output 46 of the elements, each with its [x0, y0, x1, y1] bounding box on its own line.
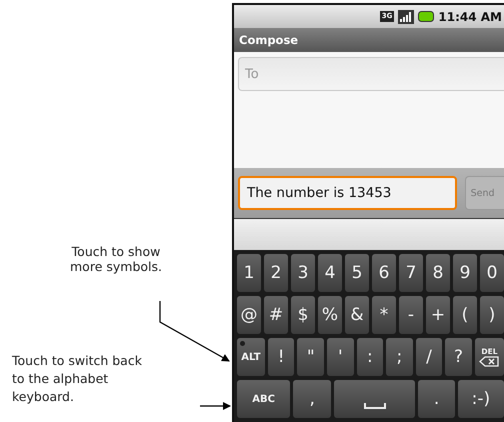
- keyboard-key[interactable]: ": [297, 338, 324, 376]
- keyboard-key[interactable]: !: [268, 338, 294, 376]
- alt-key[interactable]: ALT: [237, 338, 265, 376]
- keyboard-key[interactable]: 7: [399, 254, 423, 292]
- keyboard-key[interactable]: $: [291, 296, 315, 334]
- keyboard-key[interactable]: &: [345, 296, 369, 334]
- leader-arrow: [200, 402, 231, 410]
- battery-icon: [418, 11, 434, 22]
- keyboard-key[interactable]: 4: [318, 254, 342, 292]
- backspace-icon: [479, 356, 500, 366]
- keyboard-key[interactable]: ): [480, 296, 504, 334]
- annotation-text: Touch to show more symbols.: [69, 244, 163, 274]
- space-bar-icon: [364, 403, 386, 409]
- keyboard-key[interactable]: 2: [264, 254, 288, 292]
- title-bar: Compose: [234, 28, 504, 52]
- keyboard-key[interactable]: :-): [458, 380, 504, 418]
- space-key[interactable]: [334, 380, 416, 418]
- status-time: 11:44 AM: [438, 10, 502, 24]
- keyboard-key[interactable]: .: [418, 380, 455, 418]
- annotation-text: Touch to switch back to the alphabet keyboard.: [12, 352, 143, 406]
- message-field[interactable]: The number is 13453: [238, 176, 457, 210]
- indicator-dot-icon: [240, 341, 245, 346]
- keyboard-key[interactable]: ?: [445, 338, 472, 376]
- keyboard-key[interactable]: +: [426, 296, 450, 334]
- leader-arrow: [159, 301, 230, 362]
- keyboard-key[interactable]: 8: [426, 254, 450, 292]
- keyboard-key[interactable]: 9: [453, 254, 477, 292]
- keyboard-key[interactable]: #: [264, 296, 288, 334]
- keyboard-key[interactable]: :: [356, 338, 384, 376]
- to-field[interactable]: To: [238, 57, 504, 91]
- keyboard-key[interactable]: /: [416, 338, 442, 376]
- keyboard-key[interactable]: (: [453, 296, 477, 334]
- keyboard-key[interactable]: 5: [345, 254, 369, 292]
- keyboard-key[interactable]: ,: [293, 380, 332, 418]
- keyboard-key[interactable]: -: [399, 296, 423, 334]
- abc-key[interactable]: ABC: [237, 380, 290, 418]
- keyboard-key[interactable]: 1: [237, 254, 261, 292]
- keyboard-key[interactable]: 3: [291, 254, 315, 292]
- keyboard-key[interactable]: %: [318, 296, 342, 334]
- keyboard-key[interactable]: 0: [480, 254, 504, 292]
- keyboard-key[interactable]: ;: [386, 338, 413, 376]
- keyboard-key[interactable]: @: [237, 296, 261, 334]
- keyboard-key[interactable]: ': [327, 338, 354, 376]
- signal-icon: [398, 10, 414, 24]
- keyboard-key[interactable]: *: [372, 296, 396, 334]
- keyboard-key[interactable]: 6: [372, 254, 396, 292]
